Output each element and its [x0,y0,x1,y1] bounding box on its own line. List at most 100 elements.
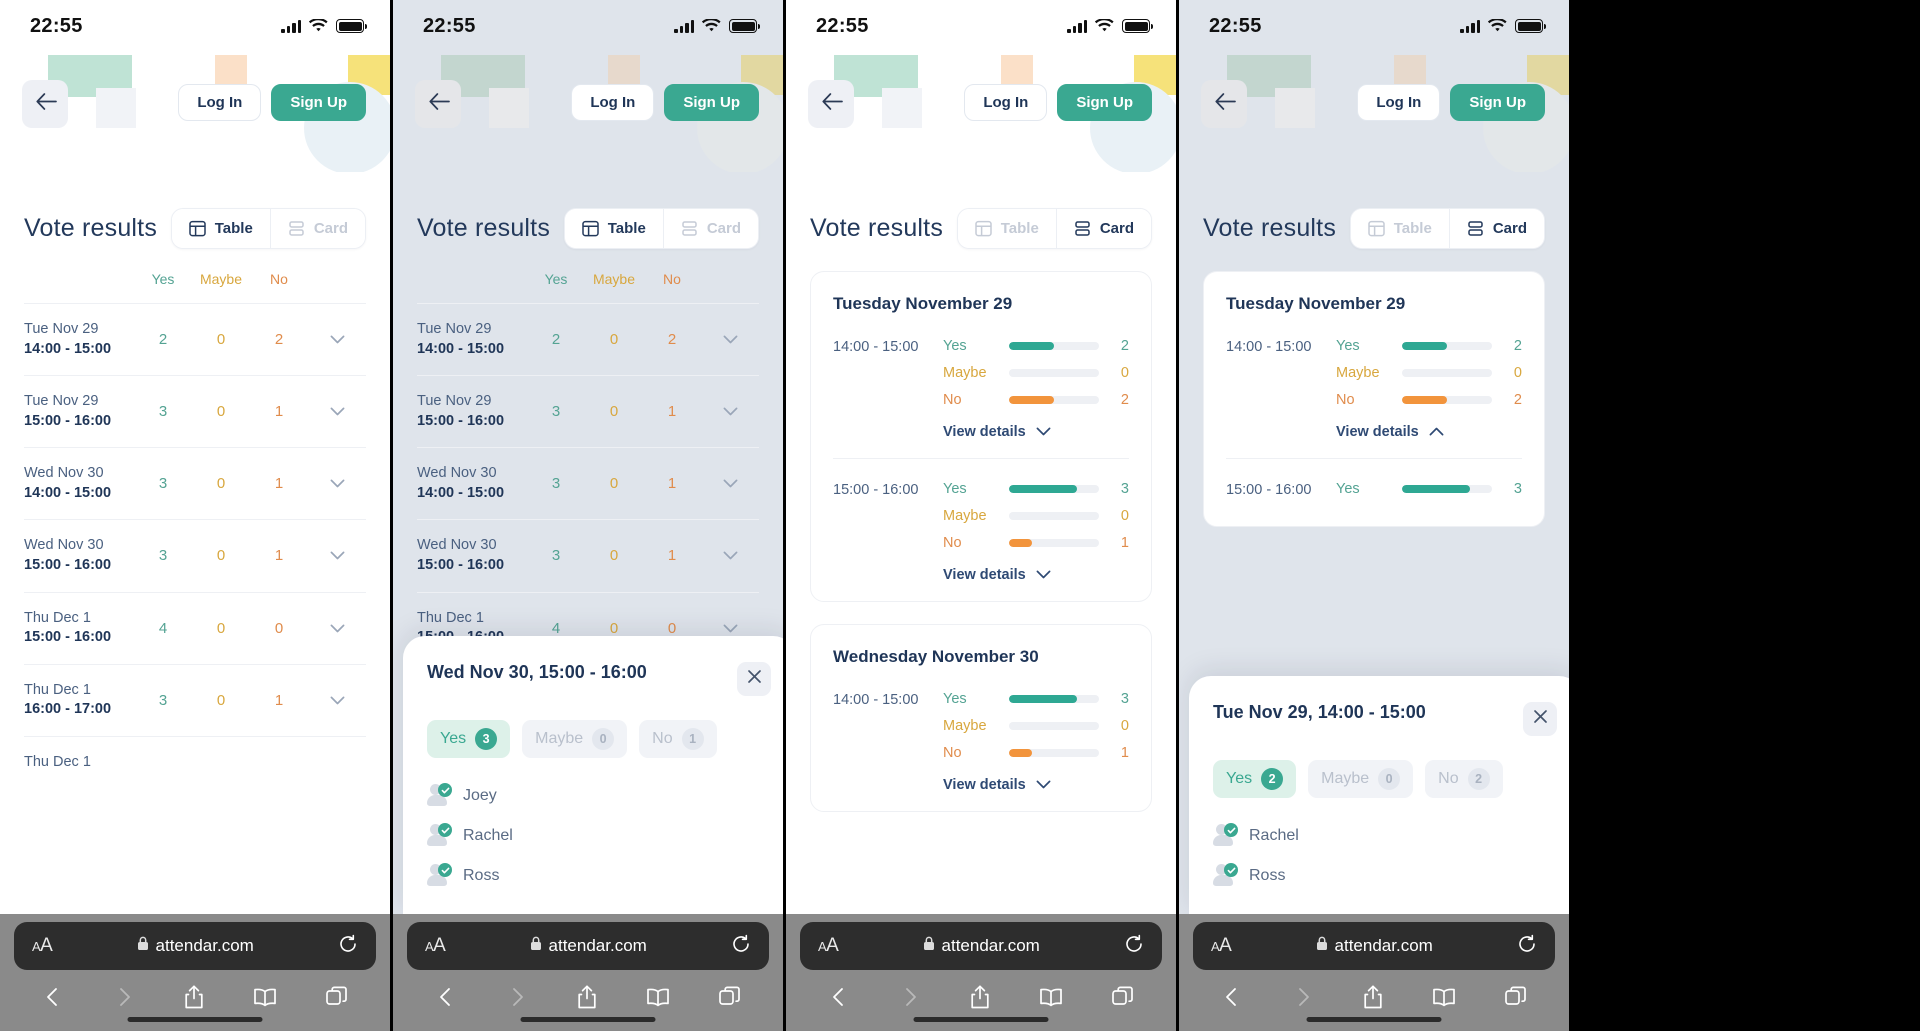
expand-row-button[interactable] [308,735,366,789]
table-row[interactable]: Wed Nov 30 15:00 - 16:00 3 0 1 [24,519,366,592]
table-row[interactable]: Wed Nov 30 15:00 - 16:00 3 0 1 [417,519,759,592]
back-button[interactable] [810,82,854,126]
tabs-button[interactable] [1504,986,1527,1008]
table-row[interactable]: Wed Nov 30 14:00 - 15:00 3 0 1 [417,447,759,520]
vote-chip-maybe[interactable]: Maybe 0 [522,720,628,758]
tabs-button[interactable] [718,986,741,1008]
expand-row-button[interactable] [701,375,759,448]
text-size-button[interactable]: AA [32,935,53,957]
chevron-down-icon[interactable] [723,331,738,348]
table-row[interactable]: Thu Dec 1 15:00 - 16:00 400 [24,591,366,665]
reload-button[interactable] [338,934,358,959]
share-button[interactable] [183,985,205,1009]
back-button[interactable] [417,82,461,126]
url-bar[interactable]: AA attendar.com [407,922,769,970]
chevron-down-icon[interactable] [723,620,738,637]
expand-row-button[interactable] [308,302,366,376]
toggle-card[interactable]: Card [269,209,365,248]
browser-back-button[interactable] [828,986,850,1008]
browser-forward-button[interactable] [113,986,135,1008]
chevron-down-icon[interactable] [723,475,738,492]
vote-chip-no[interactable]: No 2 [1425,760,1503,798]
sheet-close-button[interactable] [737,662,771,696]
browser-forward-button[interactable] [899,986,921,1008]
login-button[interactable]: Log In [964,84,1048,121]
vote-chip-maybe[interactable]: Maybe 0 [1308,760,1414,798]
share-button[interactable] [969,985,991,1009]
signup-button[interactable]: Sign Up [1450,84,1545,121]
tabs-button[interactable] [1111,986,1134,1008]
back-button[interactable] [24,82,68,126]
expand-row-button[interactable] [308,447,366,520]
text-size-button[interactable]: AA [1211,935,1232,957]
reload-button[interactable] [1517,934,1537,959]
bookmarks-button[interactable] [646,987,670,1007]
toggle-card[interactable]: Card [662,209,758,248]
chevron-down-icon[interactable] [723,403,738,420]
url-display[interactable]: attendar.com [1316,936,1433,956]
toggle-card[interactable]: Card [1448,209,1544,248]
url-bar[interactable]: AA attendar.com [14,922,376,970]
sheet-close-button[interactable] [1523,702,1557,736]
browser-forward-button[interactable] [506,986,528,1008]
toggle-table[interactable]: Table [1350,209,1449,248]
toggle-table[interactable]: Table [564,209,663,248]
view-details-toggle[interactable]: View details [943,424,1129,440]
expand-row-button[interactable] [308,591,366,665]
vote-chip-no[interactable]: No 1 [639,720,717,758]
chevron-down-icon[interactable] [723,547,738,564]
browser-back-button[interactable] [1221,986,1243,1008]
table-row[interactable]: Thu Dec 1 16:00 - 17:00 301 [24,663,366,737]
reload-button[interactable] [1124,934,1144,959]
expand-row-button[interactable] [308,519,366,592]
chevron-down-icon[interactable] [330,547,345,564]
browser-back-button[interactable] [435,986,457,1008]
tabs-button[interactable] [325,986,348,1008]
signup-button[interactable]: Sign Up [664,84,759,121]
text-size-button[interactable]: AA [818,935,839,957]
url-bar[interactable]: AA attendar.com [1193,922,1555,970]
share-button[interactable] [576,985,598,1009]
text-size-button[interactable]: AA [425,935,446,957]
browser-back-button[interactable] [42,986,64,1008]
table-row[interactable]: Tue Nov 29 14:00 - 15:00 2 0 2 [417,302,759,376]
back-button[interactable] [1203,82,1247,126]
table-row[interactable]: Tue Nov 29 15:00 - 16:00 3 0 1 [24,375,366,448]
url-bar[interactable]: AA attendar.com [800,922,1162,970]
expand-row-button[interactable] [701,519,759,592]
chevron-down-icon[interactable] [330,331,345,348]
login-button[interactable]: Log In [178,84,262,121]
login-button[interactable]: Log In [1357,84,1441,121]
toggle-table[interactable]: Table [957,209,1056,248]
chevron-down-icon[interactable] [330,620,345,637]
signup-button[interactable]: Sign Up [1057,84,1152,121]
expand-row-button[interactable] [701,447,759,520]
chevron-down-icon[interactable] [330,692,345,709]
url-display[interactable]: attendar.com [137,936,254,956]
url-display[interactable]: attendar.com [923,936,1040,956]
bookmarks-button[interactable] [1039,987,1063,1007]
view-details-toggle[interactable]: View details [943,567,1129,583]
table-row[interactable]: Tue Nov 29 14:00 - 15:00 2 0 2 [24,302,366,376]
expand-row-button[interactable] [308,663,366,737]
chevron-down-icon[interactable] [330,475,345,492]
expand-row-button[interactable] [308,375,366,448]
bookmarks-button[interactable] [1432,987,1456,1007]
chevron-down-icon[interactable] [330,403,345,420]
url-display[interactable]: attendar.com [530,936,647,956]
expand-row-button[interactable] [701,302,759,376]
toggle-table[interactable]: Table [171,209,270,248]
table-row[interactable]: Thu Dec 1 [24,735,366,789]
vote-chip-yes[interactable]: Yes 3 [427,720,511,758]
table-row[interactable]: Tue Nov 29 15:00 - 16:00 3 0 1 [417,375,759,448]
browser-forward-button[interactable] [1292,986,1314,1008]
share-button[interactable] [1362,985,1384,1009]
reload-button[interactable] [731,934,751,959]
bookmarks-button[interactable] [253,987,277,1007]
view-details-toggle[interactable]: View details [1336,424,1522,440]
login-button[interactable]: Log In [571,84,655,121]
table-row[interactable]: Wed Nov 30 14:00 - 15:00 3 0 1 [24,447,366,520]
vote-chip-yes[interactable]: Yes 2 [1213,760,1297,798]
toggle-card[interactable]: Card [1055,209,1151,248]
view-details-toggle[interactable]: View details [943,777,1129,793]
